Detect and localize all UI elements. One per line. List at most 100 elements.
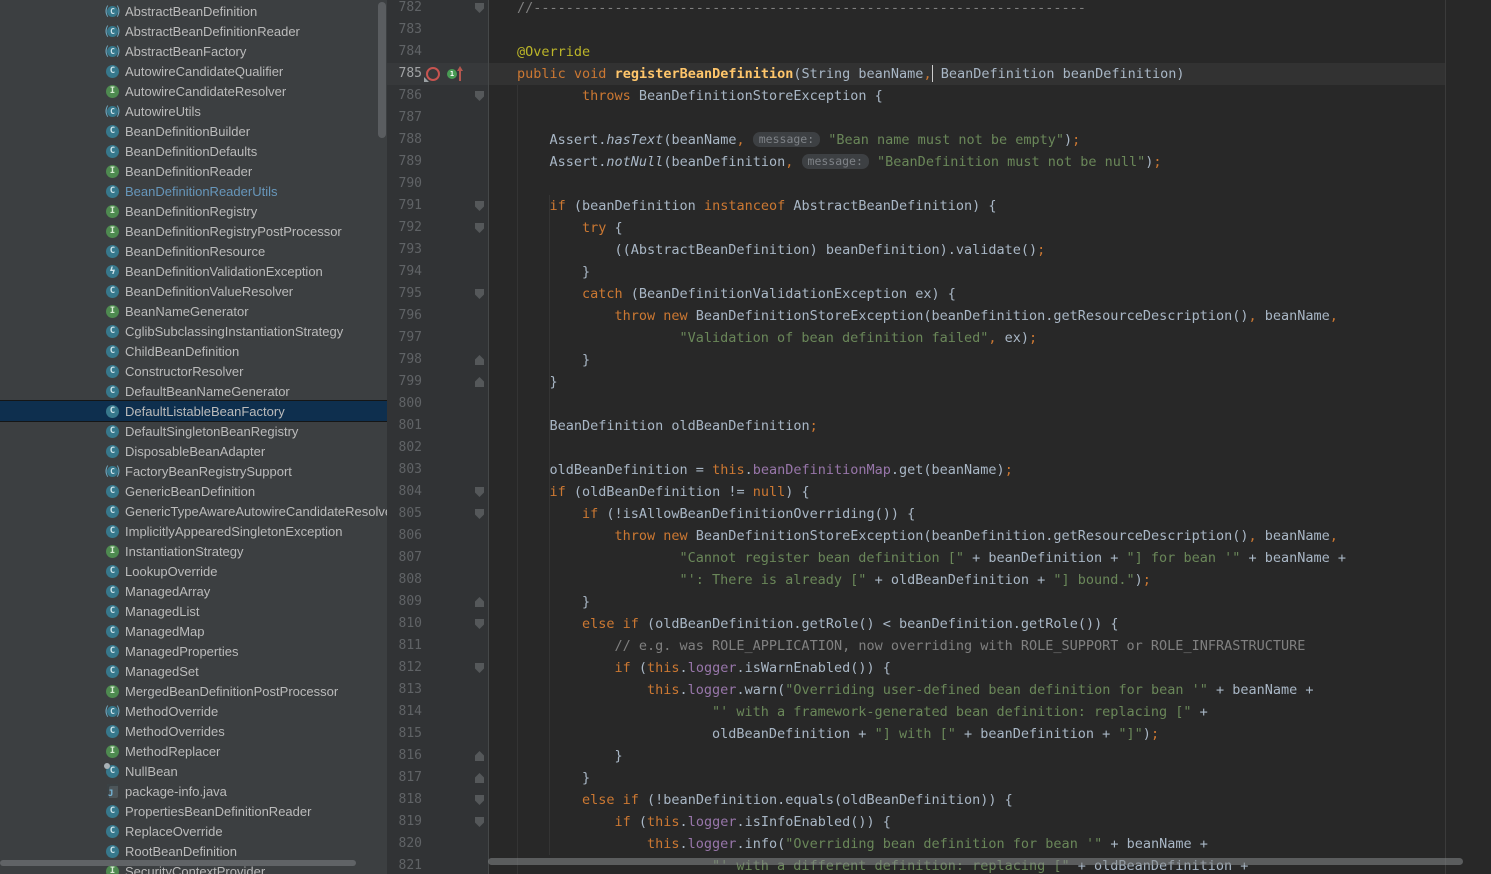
tree-item[interactable]: C() MethodOverride xyxy=(0,701,387,721)
code-line[interactable]: } xyxy=(489,767,1491,789)
tree-item[interactable]: C DefaultBeanNameGenerator xyxy=(0,381,387,401)
line-number[interactable]: 808 xyxy=(387,569,422,591)
line-number[interactable]: 793 xyxy=(387,239,422,261)
tree-item[interactable]: I AutowireCandidateResolver xyxy=(0,81,387,101)
code-line[interactable] xyxy=(489,173,1491,195)
code-line[interactable]: } xyxy=(489,591,1491,613)
gutter-cell[interactable]: 809 xyxy=(387,591,489,613)
tree-item[interactable]: C GenericBeanDefinition xyxy=(0,481,387,501)
fold-marker-icon[interactable] xyxy=(475,597,484,607)
fold-marker-icon[interactable] xyxy=(475,223,484,233)
gutter-cell[interactable]: 818 xyxy=(387,789,489,811)
code-line[interactable]: catch (BeanDefinitionValidationException… xyxy=(489,283,1491,305)
gutter-cell[interactable]: 813 xyxy=(387,679,489,701)
gutter-cell[interactable]: 821 xyxy=(387,855,489,874)
fold-marker-icon[interactable] xyxy=(475,773,484,783)
code-line[interactable]: "Cannot register bean definition [" + be… xyxy=(489,547,1491,569)
tree-item[interactable]: C BeanDefinitionDefaults xyxy=(0,141,387,161)
tree-item[interactable]: C() AutowireUtils xyxy=(0,101,387,121)
gutter-cell[interactable]: 814 xyxy=(387,701,489,723)
line-number[interactable]: 813 xyxy=(387,679,422,701)
tree-item[interactable]: C ManagedSet xyxy=(0,661,387,681)
code-line[interactable]: @Override xyxy=(489,41,1491,63)
gutter-cell[interactable]: 802 xyxy=(387,437,489,459)
line-number[interactable]: 800 xyxy=(387,393,422,415)
line-number[interactable]: 792 xyxy=(387,217,422,239)
tree-item[interactable]: C CglibSubclassingInstantiationStrategy xyxy=(0,321,387,341)
gutter-cell[interactable]: 811 xyxy=(387,635,489,657)
gutter-cell[interactable]: 790 xyxy=(387,173,489,195)
tree-item[interactable]: I BeanNameGenerator xyxy=(0,301,387,321)
line-number[interactable]: 818 xyxy=(387,789,422,811)
line-number[interactable]: 807 xyxy=(387,547,422,569)
tree-item[interactable]: C BeanDefinitionBuilder xyxy=(0,121,387,141)
line-number[interactable]: 815 xyxy=(387,723,422,745)
tree-item[interactable]: C BeanDefinitionReaderUtils xyxy=(0,181,387,201)
gutter-cell[interactable]: 801 xyxy=(387,415,489,437)
line-number[interactable]: 804 xyxy=(387,481,422,503)
gutter-cell[interactable]: 796 xyxy=(387,305,489,327)
tree-item[interactable]: C GenericTypeAwareAutowireCandidateResolv… xyxy=(0,501,387,521)
gutter-cell[interactable]: 793 xyxy=(387,239,489,261)
code-line[interactable]: oldBeanDefinition = this.beanDefinitionM… xyxy=(489,459,1491,481)
tree-item[interactable]: I MethodReplacer xyxy=(0,741,387,761)
code-line[interactable]: this.logger.warn("Overriding user-define… xyxy=(489,679,1491,701)
gutter-cell[interactable]: 783 xyxy=(387,19,489,41)
tree-item[interactable]: I BeanDefinitionRegistryPostProcessor xyxy=(0,221,387,241)
gutter-cell[interactable]: 787 xyxy=(387,107,489,129)
fold-marker-icon[interactable] xyxy=(475,751,484,761)
tree-item[interactable]: C ManagedList xyxy=(0,601,387,621)
line-number[interactable]: 798 xyxy=(387,349,422,371)
line-number[interactable]: 786 xyxy=(387,85,422,107)
gutter-cell[interactable]: 784 xyxy=(387,41,489,63)
code-line[interactable]: if (beanDefinition instanceof AbstractBe… xyxy=(489,195,1491,217)
gutter-cell[interactable]: 810 xyxy=(387,613,489,635)
code-line[interactable]: ((AbstractBeanDefinition) beanDefinition… xyxy=(489,239,1491,261)
line-number[interactable]: 795 xyxy=(387,283,422,305)
tree-item[interactable]: C() AbstractBeanDefinition xyxy=(0,1,387,21)
gutter-cell[interactable]: 820 xyxy=(387,833,489,855)
code-line[interactable]: "' with a framework-generated bean defin… xyxy=(489,701,1491,723)
code-line[interactable]: "': There is already [" + oldBeanDefinit… xyxy=(489,569,1491,591)
code-line[interactable]: Assert.notNull(beanDefinition, message: … xyxy=(489,151,1491,173)
tree-item[interactable]: C ReplaceOverride xyxy=(0,821,387,841)
code-line[interactable]: Assert.hasText(beanName, message: "Bean … xyxy=(489,129,1491,151)
code-line[interactable]: //--------------------------------------… xyxy=(489,0,1491,19)
fold-marker-icon[interactable] xyxy=(475,289,484,299)
code-line[interactable] xyxy=(489,107,1491,129)
tree-item[interactable]: C ImplicitlyAppearedSingletonException xyxy=(0,521,387,541)
gutter-cell[interactable]: 808 xyxy=(387,569,489,591)
gutter-cell[interactable]: 807 xyxy=(387,547,489,569)
fold-marker-icon[interactable] xyxy=(475,201,484,211)
tree-item[interactable]: C DisposableBeanAdapter xyxy=(0,441,387,461)
tree-item[interactable]: C AutowireCandidateQualifier xyxy=(0,61,387,81)
line-number[interactable]: 810 xyxy=(387,613,422,635)
tree-item[interactable]: C DefaultListableBeanFactory xyxy=(0,401,387,421)
gutter-cell[interactable]: 799 xyxy=(387,371,489,393)
code-line[interactable] xyxy=(489,437,1491,459)
gutter-cell[interactable]: 819 xyxy=(387,811,489,833)
gutter-cell[interactable]: 817 xyxy=(387,767,489,789)
line-number[interactable]: 794 xyxy=(387,261,422,283)
tree-item[interactable]: C ChildBeanDefinition xyxy=(0,341,387,361)
line-number[interactable]: 809 xyxy=(387,591,422,613)
line-number[interactable]: 787 xyxy=(387,107,422,129)
gutter-cell[interactable]: 782 xyxy=(387,0,489,19)
fold-marker-icon[interactable] xyxy=(475,663,484,673)
gutter-cell[interactable]: 785 1 xyxy=(387,63,489,85)
tree-item[interactable]: C ConstructorResolver xyxy=(0,361,387,381)
tree-item[interactable]: I BeanDefinitionReader xyxy=(0,161,387,181)
code-line[interactable]: throw new BeanDefinitionStoreException(b… xyxy=(489,525,1491,547)
tree-item[interactable]: C BeanDefinitionValueResolver xyxy=(0,281,387,301)
line-number[interactable]: 802 xyxy=(387,437,422,459)
gutter-cell[interactable]: 791 xyxy=(387,195,489,217)
gutter-cell[interactable]: 794 xyxy=(387,261,489,283)
tree-item[interactable]: C() FactoryBeanRegistrySupport xyxy=(0,461,387,481)
line-number[interactable]: 811 xyxy=(387,635,422,657)
fold-marker-icon[interactable] xyxy=(475,377,484,387)
fold-marker-icon[interactable] xyxy=(475,795,484,805)
code-line[interactable]: public void registerBeanDefinition(Strin… xyxy=(489,63,1491,85)
tree-item[interactable]: C RootBeanDefinition xyxy=(0,841,387,861)
gutter-cell[interactable]: 816 xyxy=(387,745,489,767)
code-line[interactable]: BeanDefinition oldBeanDefinition; xyxy=(489,415,1491,437)
